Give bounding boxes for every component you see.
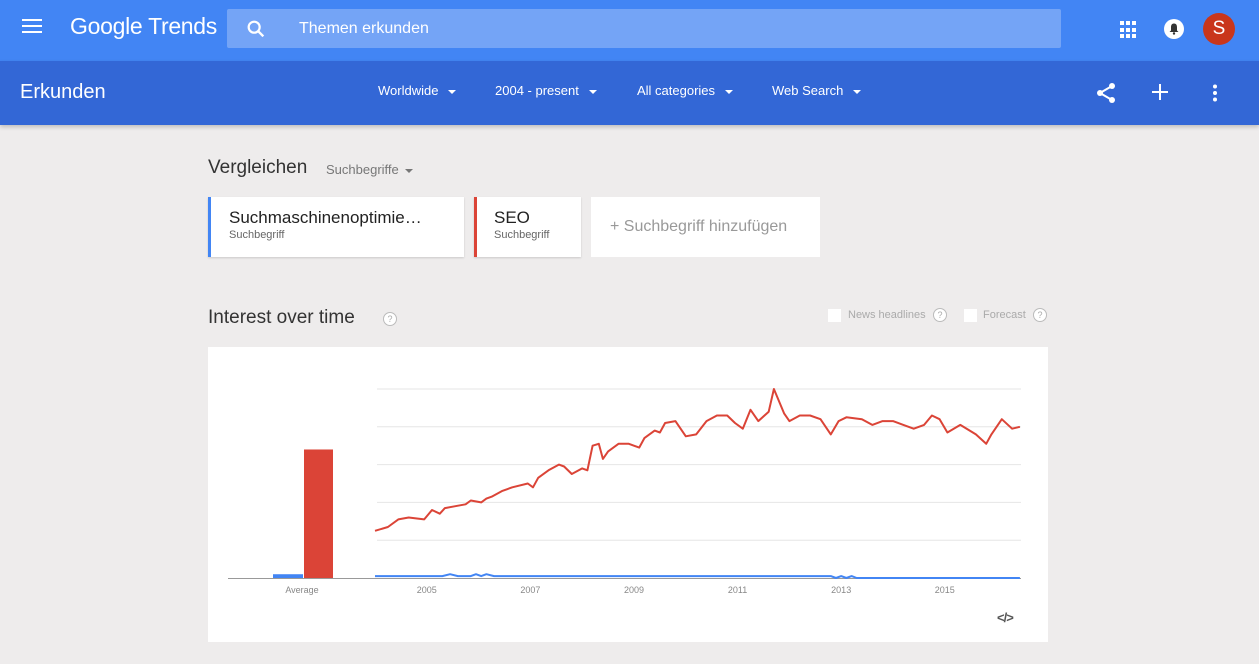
interest-over-time-heading: Interest over time — [208, 307, 355, 328]
average-bar — [304, 449, 333, 578]
help-icon[interactable]: ? — [383, 312, 397, 326]
add-search-term-label: + Suchbegriff hinzufügen — [610, 218, 788, 235]
term-type: Suchbegriff — [229, 229, 285, 241]
x-tick-label: 2015 — [935, 585, 955, 595]
average-bar — [273, 574, 303, 578]
explore-toolbar: Erkunden Worldwide 2004 - present All ca… — [0, 61, 1259, 125]
news-headlines-help-icon[interactable]: ? — [933, 308, 947, 322]
google-trends-logo[interactable]: Google Trends — [70, 13, 217, 40]
search-box — [227, 9, 1061, 48]
forecast-help-icon[interactable]: ? — [1033, 308, 1047, 322]
compare-type-label: Suchbegriffe — [326, 162, 399, 177]
search-term-card-1[interactable]: Suchmaschinenoptimie… Suchbegriff — [208, 197, 464, 257]
page-title: Erkunden — [20, 81, 106, 103]
filter-category[interactable]: All categories — [637, 83, 734, 98]
interest-chart-card: Average 2005 2007 2009 2011 2013 2015 — [208, 347, 1048, 642]
filter-search-type[interactable]: Web Search — [772, 83, 862, 98]
term-name: Suchmaschinenoptimie… — [229, 208, 422, 227]
term-type: Suchbegriff — [494, 229, 550, 241]
average-label: Average — [285, 585, 318, 595]
caret-down-icon — [448, 89, 457, 94]
x-tick-label: 2013 — [831, 585, 851, 595]
logo-trends-text: Trends — [148, 13, 217, 39]
caret-down-icon — [404, 168, 413, 173]
top-app-bar: Google Trends S — [0, 0, 1259, 61]
news-headlines-label: News headlines — [848, 309, 926, 321]
more-vert-icon[interactable] — [1212, 84, 1218, 102]
caret-down-icon — [588, 89, 597, 94]
x-tick-label: 2005 — [417, 585, 437, 595]
add-search-term-button[interactable]: + Suchbegriff hinzufügen — [591, 197, 820, 257]
user-avatar[interactable]: S — [1203, 13, 1235, 45]
filter-region-label: Worldwide — [378, 83, 439, 98]
notifications-bell-icon[interactable] — [1164, 19, 1184, 39]
filter-time-range[interactable]: 2004 - present — [495, 83, 597, 98]
embed-code-icon[interactable]: </> — [997, 610, 1014, 625]
forecast-label: Forecast — [983, 309, 1026, 321]
search-icon[interactable] — [245, 18, 267, 40]
search-input[interactable] — [299, 9, 1039, 48]
filter-search-type-label: Web Search — [772, 83, 844, 98]
filter-region[interactable]: Worldwide — [378, 83, 457, 98]
interest-over-time-chart: Average 2005 2007 2009 2011 2013 2015 — [228, 388, 1021, 595]
share-icon[interactable] — [1096, 82, 1116, 104]
term-name: SEO — [494, 208, 530, 227]
series-line — [375, 573, 1020, 579]
x-tick-label: 2009 — [624, 585, 644, 595]
x-tick-label: 2007 — [520, 585, 540, 595]
compare-heading: Vergleichen — [208, 157, 308, 178]
caret-down-icon — [725, 89, 734, 94]
hamburger-menu-icon[interactable] — [22, 19, 42, 35]
logo-google-text: Google — [70, 13, 143, 39]
series-line — [374, 388, 1021, 532]
filter-category-label: All categories — [637, 83, 716, 98]
apps-grid-icon[interactable] — [1120, 21, 1138, 39]
x-tick-label: 2011 — [728, 585, 747, 595]
filter-time-label: 2004 - present — [495, 83, 579, 98]
search-term-card-2[interactable]: SEO Suchbegriff — [474, 197, 581, 257]
caret-down-icon — [853, 89, 862, 94]
compare-type-dropdown[interactable]: Suchbegriffe — [326, 162, 413, 177]
add-icon[interactable] — [1152, 84, 1168, 100]
forecast-checkbox[interactable] — [964, 309, 977, 322]
news-headlines-checkbox[interactable] — [828, 309, 841, 322]
